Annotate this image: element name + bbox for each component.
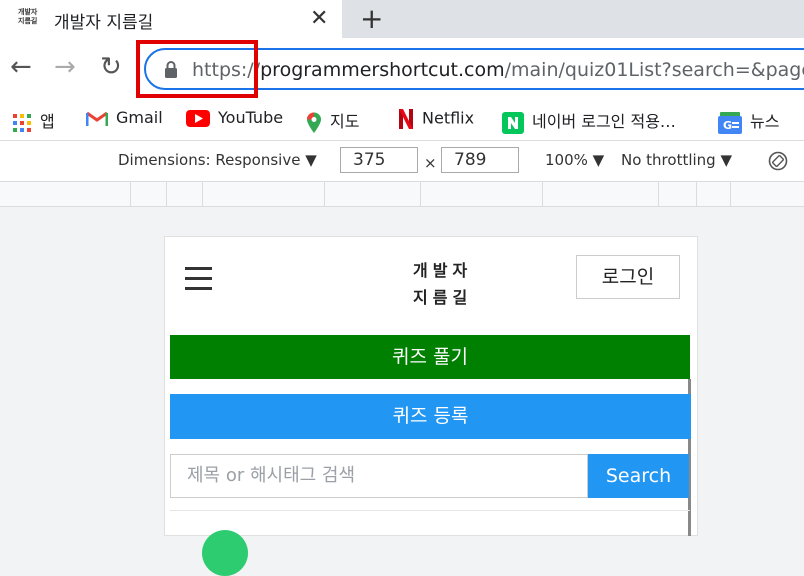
- bookmarks-bar: 앱 Gmail YouTube 지도 Netflix 네이버 로그인 적용… G: [0, 100, 804, 141]
- tab-title: 개발자 지름길: [54, 13, 154, 33]
- hamburger-menu-icon[interactable]: [185, 267, 212, 297]
- maps-pin-icon: [307, 112, 321, 133]
- forward-button[interactable]: →: [54, 52, 76, 82]
- quiz-register-button[interactable]: 퀴즈 등록: [170, 394, 691, 439]
- bookmark-youtube[interactable]: YouTube: [186, 108, 283, 127]
- height-input[interactable]: 789: [441, 147, 519, 173]
- dimensions-dropdown[interactable]: Dimensions: Responsive ▼: [118, 151, 317, 169]
- bookmark-naver[interactable]: 네이버 로그인 적용…: [502, 108, 676, 134]
- back-button[interactable]: ←: [10, 52, 32, 82]
- bookmark-news[interactable]: G 뉴스: [718, 108, 779, 134]
- device-toolbar: Dimensions: Responsive ▼ 375 × 789 100% …: [0, 141, 804, 182]
- apps-grid-icon: [13, 113, 31, 132]
- content-divider: [170, 510, 690, 511]
- bookmark-label: 뉴스: [750, 112, 780, 131]
- bookmark-label: 네이버 로그인 적용…: [532, 112, 676, 131]
- browser-toolbar: ← → ↻ https://programmershortcut.com/mai…: [0, 38, 804, 100]
- width-input[interactable]: 375: [340, 147, 418, 173]
- netflix-icon: [399, 109, 413, 129]
- bookmark-label: Gmail: [116, 108, 163, 127]
- google-news-icon: G: [718, 111, 742, 134]
- bookmark-gmail[interactable]: Gmail: [86, 108, 163, 127]
- search-button[interactable]: Search: [588, 454, 689, 498]
- tab-active[interactable]: 개발자 지름길 개발자 지름길 ✕: [0, 0, 342, 38]
- rotate-icon[interactable]: [768, 151, 788, 171]
- bookmark-apps[interactable]: 앱: [12, 108, 55, 133]
- media-query-ruler: [0, 182, 804, 207]
- url-text[interactable]: https://programmershortcut.com/main/quiz…: [192, 59, 804, 81]
- throttling-dropdown[interactable]: No throttling ▼: [621, 151, 732, 169]
- site-logo[interactable]: 개발자 지름길: [413, 257, 472, 311]
- bookmark-label: YouTube: [218, 108, 284, 127]
- favicon-text-line2: 지름길: [18, 17, 38, 25]
- avatar: [202, 530, 248, 576]
- bookmark-maps[interactable]: 지도: [306, 108, 359, 134]
- logo-line2: 지름길: [413, 288, 473, 307]
- quiz-solve-button[interactable]: 퀴즈 풀기: [170, 335, 690, 379]
- bookmark-label: 앱: [40, 112, 55, 131]
- gmail-icon: [86, 111, 108, 126]
- login-button[interactable]: 로그인: [576, 255, 680, 299]
- bookmark-netflix[interactable]: Netflix: [398, 108, 474, 130]
- highlight-annotation-box: [136, 40, 258, 98]
- bookmark-label: Netflix: [422, 108, 475, 128]
- logo-line1: 개발자: [413, 261, 473, 280]
- favicon-text-line1: 개발자: [18, 8, 38, 16]
- new-tab-button[interactable]: +: [360, 2, 383, 35]
- naver-icon: [502, 111, 524, 134]
- youtube-icon: [186, 110, 210, 127]
- reload-button[interactable]: ↻: [100, 52, 122, 82]
- times-symbol: ×: [424, 154, 437, 172]
- url-host: programmershortcut.com: [260, 59, 505, 81]
- tab-close-icon[interactable]: ✕: [310, 6, 328, 31]
- bookmark-label: 지도: [330, 112, 360, 131]
- search-input[interactable]: 제목 or 해시태그 검색: [170, 454, 588, 498]
- url-path: /main/quiz01List?search=&page=1: [504, 59, 804, 81]
- tab-strip: 개발자 지름길 개발자 지름길 ✕ +: [0, 0, 804, 38]
- zoom-dropdown[interactable]: 100% ▼: [545, 151, 604, 169]
- svg-text:G: G: [723, 119, 732, 132]
- site-favicon-icon: 개발자 지름길: [18, 8, 42, 30]
